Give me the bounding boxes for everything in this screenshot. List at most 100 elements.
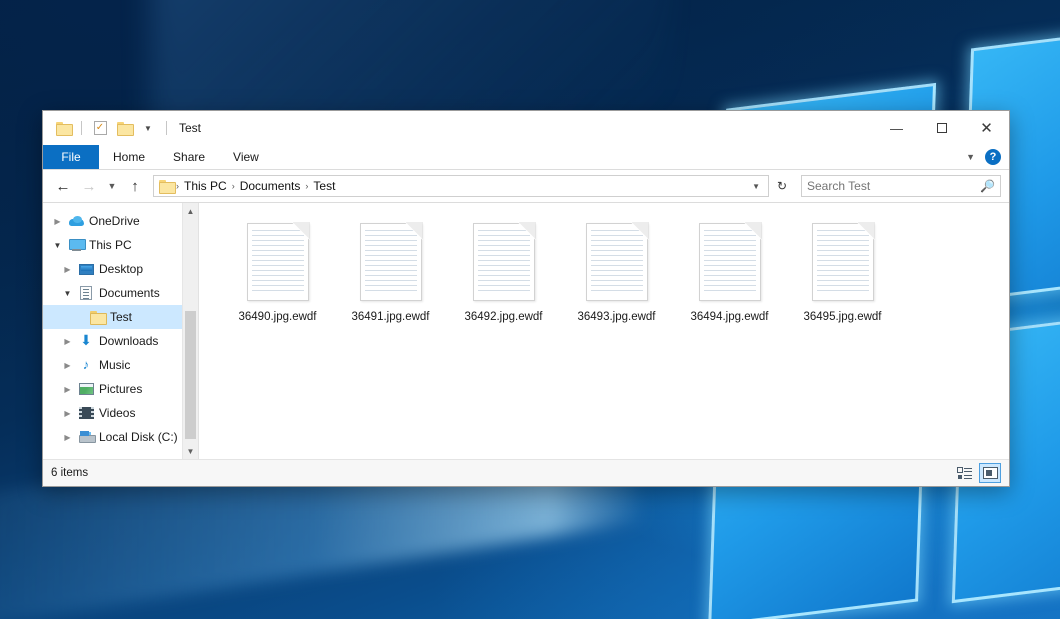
close-button[interactable]: ✕ <box>964 111 1009 145</box>
file-name: 36492.jpg.ewdf <box>464 311 542 323</box>
chevron-down-icon[interactable]: ▼ <box>966 152 975 162</box>
sidebar-item-videos[interactable]: ▶ Videos <box>43 401 198 425</box>
minimize-button[interactable]: — <box>874 111 919 145</box>
folder-icon <box>159 180 174 192</box>
sidebar-item-this-pc[interactable]: ▼ This PC <box>43 233 198 257</box>
navigation-pane: ▶ OneDrive ▼ This PC ▶ Desktop ▼ <box>43 203 199 459</box>
search-box[interactable]: 🔍 <box>801 175 1001 197</box>
chevron-down-icon[interactable]: ▼ <box>49 241 66 250</box>
breadcrumb-item-documents[interactable]: Documents <box>236 179 305 193</box>
scrollbar-thumb[interactable] <box>185 311 196 439</box>
file-item[interactable]: 36492.jpg.ewdf <box>447 219 560 327</box>
breadcrumb-bar[interactable]: › This PC › Documents › Test ▼ <box>153 175 769 197</box>
sidebar-scrollbar[interactable]: ▲ ▼ <box>182 203 198 459</box>
large-icons-view-button[interactable] <box>979 463 1001 483</box>
file-name: 36490.jpg.ewdf <box>238 311 316 323</box>
generic-file-icon <box>360 223 422 301</box>
search-icon[interactable]: 🔍 <box>980 179 995 193</box>
file-name: 36493.jpg.ewdf <box>577 311 655 323</box>
chevron-right-icon[interactable]: ▶ <box>49 217 66 226</box>
new-folder-icon[interactable] <box>114 118 134 138</box>
refresh-icon[interactable]: ↻ <box>771 179 793 193</box>
file-name: 36494.jpg.ewdf <box>690 311 768 323</box>
maximize-button[interactable] <box>919 111 964 145</box>
sidebar-item-label: Pictures <box>99 382 142 396</box>
item-count-label: 6 items <box>51 467 88 479</box>
disk-icon <box>76 431 96 443</box>
tab-view[interactable]: View <box>219 145 273 169</box>
sidebar-item-label: Local Disk (C:) <box>99 430 178 444</box>
generic-file-icon <box>247 223 309 301</box>
sidebar-item-onedrive[interactable]: ▶ OneDrive <box>43 209 198 233</box>
sidebar-item-label: OneDrive <box>89 214 140 228</box>
document-icon <box>76 286 96 300</box>
chevron-right-icon[interactable]: ▶ <box>59 409 76 418</box>
cloud-icon <box>66 216 86 226</box>
recent-locations-icon[interactable]: ▼ <box>103 174 121 198</box>
scroll-up-icon[interactable]: ▲ <box>183 203 198 219</box>
breadcrumb-separator: › <box>176 181 179 191</box>
up-arrow-icon[interactable]: ↑ <box>123 174 147 198</box>
chevron-right-icon[interactable]: ▶ <box>59 361 76 370</box>
sidebar-item-label: Desktop <box>99 262 143 276</box>
breadcrumb-separator: › <box>305 181 308 191</box>
maximize-icon <box>937 123 947 133</box>
sidebar-item-local-disk[interactable]: ▶ Local Disk (C:) <box>43 425 198 449</box>
search-input[interactable] <box>807 179 980 193</box>
music-icon: ♪ <box>76 358 96 372</box>
sidebar-item-test[interactable]: Test <box>43 305 198 329</box>
toolbar-separator <box>81 121 82 135</box>
ribbon-right-controls: ▼ ? <box>966 145 1009 169</box>
details-view-button[interactable] <box>953 463 975 483</box>
folder-icon[interactable] <box>53 118 73 138</box>
quick-access-toolbar: ✓ ▼ <box>43 118 171 138</box>
file-item[interactable]: 36493.jpg.ewdf <box>560 219 673 327</box>
close-icon: ✕ <box>980 121 993 136</box>
chevron-down-icon[interactable]: ▼ <box>746 182 766 191</box>
desktop-icon <box>76 264 96 275</box>
chevron-down-icon[interactable]: ▼ <box>138 118 158 138</box>
file-item[interactable]: 36495.jpg.ewdf <box>786 219 899 327</box>
chevron-right-icon[interactable]: ▶ <box>59 337 76 346</box>
ribbon-tab-bar: File Home Share View ▼ ? <box>43 145 1009 170</box>
breadcrumb-separator: › <box>232 181 235 191</box>
file-item[interactable]: 36490.jpg.ewdf <box>221 219 334 327</box>
sidebar-item-label: Test <box>110 310 132 324</box>
download-icon: ⬇ <box>76 334 96 348</box>
sidebar-item-downloads[interactable]: ▶ ⬇ Downloads <box>43 329 198 353</box>
navigation-tree: ▶ OneDrive ▼ This PC ▶ Desktop ▼ <box>43 203 198 449</box>
file-item[interactable]: 36494.jpg.ewdf <box>673 219 786 327</box>
tab-share[interactable]: Share <box>159 145 219 169</box>
window-controls: — ✕ <box>874 111 1009 145</box>
sidebar-item-music[interactable]: ▶ ♪ Music <box>43 353 198 377</box>
breadcrumb-item-test[interactable]: Test <box>309 179 339 193</box>
details-view-icon <box>957 467 972 479</box>
computer-icon <box>66 239 86 251</box>
minimize-icon: — <box>890 122 903 135</box>
breadcrumb-item-this-pc[interactable]: This PC <box>180 179 231 193</box>
file-item[interactable]: 36491.jpg.ewdf <box>334 219 447 327</box>
forward-arrow-icon[interactable]: → <box>77 174 101 198</box>
large-icons-view-icon <box>983 467 998 479</box>
generic-file-icon <box>473 223 535 301</box>
chevron-right-icon[interactable]: ▶ <box>59 265 76 274</box>
sidebar-item-desktop[interactable]: ▶ Desktop <box>43 257 198 281</box>
pictures-icon <box>76 383 96 395</box>
file-list-area[interactable]: 36490.jpg.ewdf 36491.jpg.ewdf 36492.jpg.… <box>199 203 1009 459</box>
tab-home[interactable]: Home <box>99 145 159 169</box>
sidebar-item-label: Music <box>99 358 130 372</box>
videos-icon <box>76 407 96 419</box>
generic-file-icon <box>586 223 648 301</box>
generic-file-icon <box>812 223 874 301</box>
properties-icon[interactable]: ✓ <box>90 118 110 138</box>
help-icon[interactable]: ? <box>985 149 1001 165</box>
scroll-down-icon[interactable]: ▼ <box>183 443 198 459</box>
chevron-down-icon[interactable]: ▼ <box>59 289 76 298</box>
sidebar-item-pictures[interactable]: ▶ Pictures <box>43 377 198 401</box>
tab-file[interactable]: File <box>43 145 99 169</box>
chevron-right-icon[interactable]: ▶ <box>59 385 76 394</box>
sidebar-item-documents[interactable]: ▼ Documents <box>43 281 198 305</box>
chevron-right-icon[interactable]: ▶ <box>59 433 76 442</box>
status-bar: 6 items <box>43 459 1009 486</box>
back-arrow-icon[interactable]: ← <box>51 174 75 198</box>
